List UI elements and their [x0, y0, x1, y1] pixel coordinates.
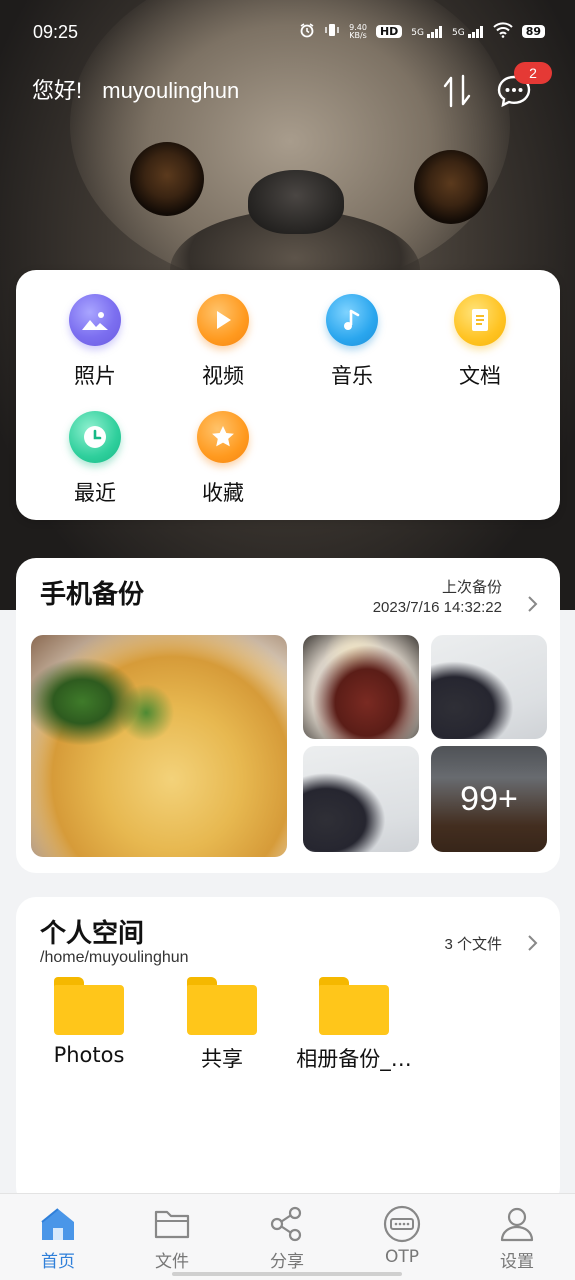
nav-home[interactable]: 首页	[8, 1204, 108, 1272]
home-icon	[8, 1204, 108, 1244]
folder-icon	[319, 977, 389, 1035]
category-videos[interactable]: 视频	[168, 294, 278, 390]
folder-icon	[54, 977, 124, 1035]
status-bar: 09:25 9.40 KB/s HD 5G 5G 89	[0, 0, 575, 62]
space-path: /home/muyoulinghun	[40, 949, 189, 966]
last-backup-time: 2023/7/16 14:32:22	[372, 599, 502, 616]
nav-label: 首页	[41, 1252, 75, 1272]
net-speed: 9.40 KB/s	[349, 22, 367, 40]
last-backup-info: 上次备份 2023/7/16 14:32:22	[373, 578, 502, 618]
backup-thumbnail[interactable]	[303, 746, 419, 852]
backup-thumbnail[interactable]	[431, 635, 547, 739]
battery-indicator: 89	[521, 25, 545, 38]
nav-label: 文件	[155, 1252, 189, 1272]
folder-icon	[187, 977, 257, 1035]
play-icon	[197, 294, 249, 346]
category-label: 照片	[74, 364, 116, 388]
chevron-right-icon[interactable]	[526, 933, 538, 957]
file-count: 3 个文件	[444, 936, 502, 953]
folder-name: 相册备份_…	[296, 1047, 412, 1071]
more-count: 99+	[431, 746, 547, 852]
nav-label: 分享	[270, 1252, 304, 1272]
last-backup-label: 上次备份	[441, 579, 502, 596]
category-label: 文档	[459, 364, 501, 388]
personal-space-card: 个人空间 /home/muyoulinghun 3 个文件 Photos 共享 …	[16, 897, 560, 1207]
category-card: 照片 视频 音乐 文档 最近 收藏	[16, 270, 560, 520]
folder-item[interactable]: 共享	[157, 977, 287, 1073]
backup-thumbnail[interactable]	[31, 635, 287, 857]
signal-sim1-icon: 5G	[411, 25, 443, 38]
category-photos[interactable]: 照片	[40, 294, 150, 390]
chevron-right-icon[interactable]	[526, 594, 538, 618]
greeting: 您好! muyoulinghun	[32, 73, 239, 105]
nav-label: OTP	[384, 1247, 420, 1267]
document-icon	[454, 294, 506, 346]
backup-thumbnail-more[interactable]: 99+	[431, 746, 547, 852]
category-recent[interactable]: 最近	[40, 411, 150, 507]
category-documents[interactable]: 文档	[425, 294, 535, 390]
hd-icon: HD	[375, 25, 403, 38]
folder-icon	[122, 1204, 222, 1244]
category-favorites[interactable]: 收藏	[168, 411, 278, 507]
greeting-text: 您好!	[32, 78, 83, 103]
nav-otp[interactable]: OTP	[352, 1204, 452, 1267]
nav-settings[interactable]: 设置	[467, 1204, 567, 1272]
music-note-icon	[326, 294, 378, 346]
home-indicator	[172, 1272, 402, 1276]
clock-icon	[69, 411, 121, 463]
category-label: 音乐	[331, 364, 373, 388]
star-icon	[197, 411, 249, 463]
user-icon	[467, 1204, 567, 1244]
backup-thumbnail[interactable]	[303, 635, 419, 739]
bottom-navigation: 首页 文件 分享 OTP 设置	[0, 1193, 575, 1280]
folder-item[interactable]: 相册备份_…	[289, 977, 419, 1073]
signal-sim2-icon: 5G	[452, 25, 484, 38]
space-title: 个人空间	[40, 919, 145, 949]
wifi-icon	[492, 22, 513, 41]
message-count-badge: 2	[514, 62, 552, 84]
phone-backup-card[interactable]: 手机备份 上次备份 2023/7/16 14:32:22 99+	[16, 558, 560, 873]
folder-name: 共享	[201, 1047, 243, 1071]
category-label: 收藏	[202, 481, 244, 505]
nav-files[interactable]: 文件	[122, 1204, 222, 1272]
nav-share[interactable]: 分享	[237, 1204, 337, 1272]
otp-icon	[352, 1204, 452, 1244]
folder-item[interactable]: Photos	[24, 977, 154, 1067]
vibrate-icon	[324, 22, 340, 41]
category-music[interactable]: 音乐	[297, 294, 407, 390]
status-time: 09:25	[33, 22, 79, 42]
backup-title: 手机备份	[40, 580, 145, 610]
transfer-sort-icon[interactable]	[438, 72, 476, 114]
category-label: 视频	[202, 364, 244, 388]
nav-label: 设置	[500, 1252, 534, 1272]
category-label: 最近	[74, 481, 116, 505]
alarm-icon	[299, 22, 315, 41]
status-icons: 9.40 KB/s HD 5G 5G 89	[299, 22, 545, 41]
photo-icon	[69, 294, 121, 346]
share-icon	[237, 1204, 337, 1244]
username: muyoulinghun	[102, 78, 240, 103]
folder-name: Photos	[53, 1043, 125, 1067]
